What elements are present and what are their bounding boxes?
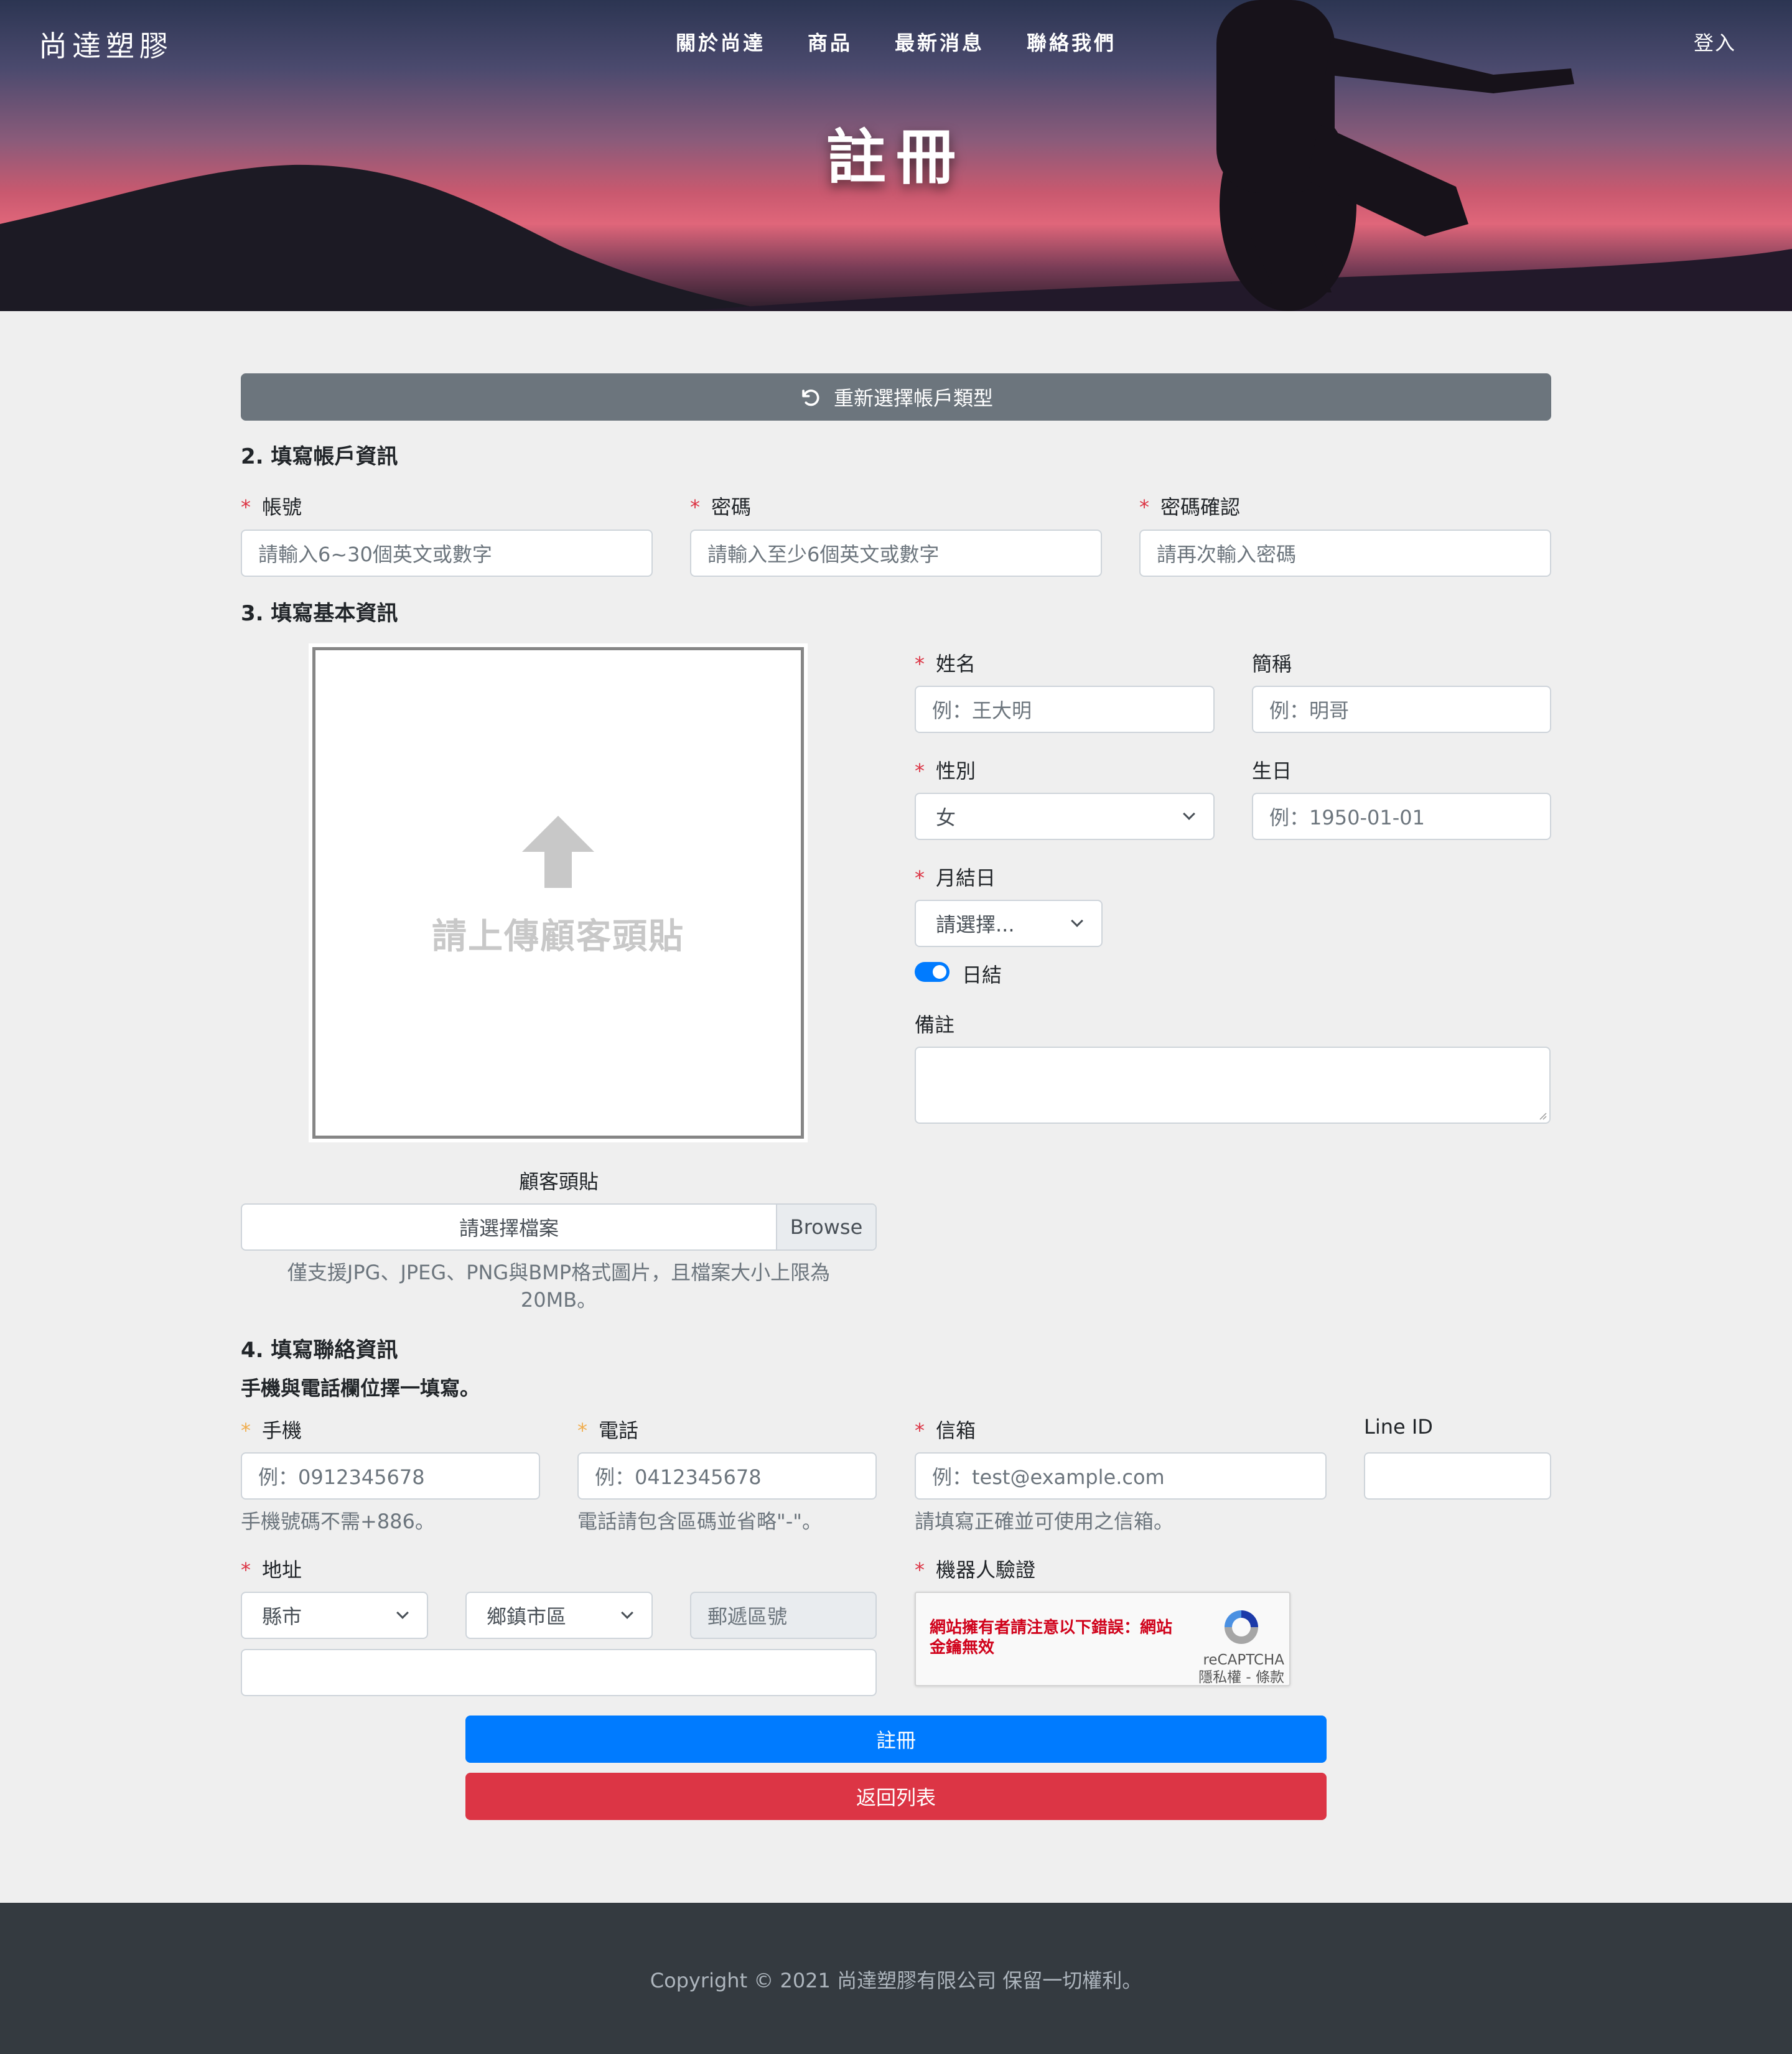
note-textarea[interactable] xyxy=(915,1047,1551,1124)
register-button[interactable]: 註冊 xyxy=(465,1716,1327,1763)
copyright-text: Copyright © 2021 尚達塑膠有限公司 保留一切權利。 xyxy=(650,1969,1142,1992)
phone-label: * 電話 xyxy=(577,1419,639,1442)
required-marker: * xyxy=(1139,495,1149,519)
district-select[interactable]: 鄉鎮市區 xyxy=(465,1592,653,1639)
gender-label: * 性別 xyxy=(915,759,976,783)
district-select-value: 鄉鎮市區 xyxy=(487,1605,567,1628)
name-input[interactable]: 例：王大明 xyxy=(915,686,1215,733)
avatar-label: 顧客頭貼 xyxy=(518,1170,599,1193)
username-input[interactable]: 請輸入6~30個英文或數字 xyxy=(241,530,653,577)
settlement-day-select[interactable]: 請選擇... xyxy=(915,900,1103,947)
upload-arrow-icon xyxy=(522,816,594,888)
login-link[interactable]: 登入 xyxy=(1694,27,1736,56)
file-input-placeholder: 請選擇檔案 xyxy=(459,1216,559,1240)
chevron-down-icon xyxy=(621,1607,633,1619)
city-select-value: 縣市 xyxy=(262,1605,302,1628)
footer: Copyright © 2021 尚達塑膠有限公司 保留一切權利。 xyxy=(0,1903,1792,2054)
undo-icon xyxy=(802,390,819,406)
back-to-list-button[interactable]: 返回列表 xyxy=(465,1773,1327,1820)
required-marker: * xyxy=(241,495,251,519)
nav-link-contact[interactable]: 聯絡我們 xyxy=(1027,27,1116,56)
required-marker: * xyxy=(915,652,925,676)
required-marker: * xyxy=(915,1419,925,1442)
password-confirm-label: * 密碼確認 xyxy=(1139,495,1241,519)
address-detail-input[interactable] xyxy=(241,1649,877,1696)
reset-button-label: 重新選擇帳戶類型 xyxy=(833,386,993,410)
mobile-label: * 手機 xyxy=(241,1419,302,1442)
line-id-label: Line ID xyxy=(1364,1415,1433,1439)
birthday-input[interactable]: 例：1950-01-01 xyxy=(1252,793,1551,840)
city-select[interactable]: 縣市 xyxy=(241,1592,428,1639)
username-label: * 帳號 xyxy=(241,495,302,519)
required-marker: * xyxy=(241,1558,251,1582)
name-label: * 姓名 xyxy=(915,652,976,676)
either-required-marker: * xyxy=(577,1419,587,1442)
recaptcha-error: 網站擁有者請注意以下錯誤：網站金鑰無效 xyxy=(930,1618,1173,1657)
nickname-input[interactable]: 例：明哥 xyxy=(1252,686,1551,733)
birthday-label: 生日 xyxy=(1252,759,1292,783)
required-marker: * xyxy=(915,759,925,783)
settlement-label: * 月結日 xyxy=(915,866,996,890)
mobile-input[interactable]: 例：0912345678 xyxy=(241,1452,540,1500)
gender-select[interactable]: 女 xyxy=(915,793,1215,840)
address-label: * 地址 xyxy=(241,1558,302,1582)
either-required-marker: * xyxy=(241,1419,251,1442)
resize-handle-icon[interactable] xyxy=(1537,1110,1547,1120)
recaptcha-brand-name: reCAPTCHA xyxy=(1203,1652,1284,1668)
file-help-line-2: 20MB。 xyxy=(520,1288,597,1312)
recaptcha-logo-icon xyxy=(1225,1610,1258,1644)
nav-link-products[interactable]: 商品 xyxy=(808,27,852,56)
password-label: * 密碼 xyxy=(690,495,752,519)
nav-link-news[interactable]: 最新消息 xyxy=(895,27,984,56)
email-label: * 信箱 xyxy=(915,1419,976,1442)
settlement-select-value: 請選擇... xyxy=(936,913,1015,936)
section-contact-heading: 4. 填寫聯絡資訊 xyxy=(241,1338,398,1363)
avatar-upload-preview[interactable]: 請上傳顧客頭貼 xyxy=(309,643,808,1142)
line-id-input[interactable] xyxy=(1364,1452,1551,1500)
password-confirm-input[interactable]: 請再次輸入密碼 xyxy=(1139,530,1551,577)
file-help-line-1: 僅支援JPG、JPEG、PNG與BMP格式圖片，且檔案大小上限為 xyxy=(287,1261,831,1284)
recaptcha-branding: reCAPTCHA 隱私權 - 條款 xyxy=(1198,1651,1284,1686)
required-marker: * xyxy=(690,495,700,519)
phone-input[interactable]: 例：0412345678 xyxy=(577,1452,877,1500)
reset-account-type-button[interactable]: 重新選擇帳戶類型 xyxy=(241,373,1551,421)
gender-select-value: 女 xyxy=(936,806,956,829)
daily-settlement-toggle[interactable] xyxy=(915,962,950,982)
email-help: 請填寫正確並可使用之信箱。 xyxy=(915,1510,1174,1533)
email-input[interactable]: 例：test@example.com xyxy=(915,1452,1327,1500)
mobile-help: 手機號碼不需+886。 xyxy=(241,1510,435,1533)
recaptcha-widget[interactable]: 網站擁有者請注意以下錯誤：網站金鑰無效 reCAPTCHA 隱私權 - 條款 xyxy=(915,1592,1290,1686)
phone-help: 電話請包含區碼並省略"-"。 xyxy=(577,1510,822,1533)
chevron-down-icon xyxy=(1183,808,1195,820)
section-basic-heading: 3. 填寫基本資訊 xyxy=(241,601,398,626)
browse-button[interactable]: Browse xyxy=(776,1205,875,1249)
brand-logo[interactable]: 尚達塑膠 xyxy=(39,24,173,65)
nickname-label: 簡稱 xyxy=(1252,652,1292,676)
contact-subnote: 手機與電話欄位擇一填寫。 xyxy=(241,1376,480,1400)
zip-code-input: 郵遞區號 xyxy=(690,1592,877,1639)
required-marker: * xyxy=(915,1558,925,1582)
chevron-down-icon xyxy=(396,1607,409,1619)
page-title: 註冊 xyxy=(826,123,966,192)
required-marker: * xyxy=(915,866,925,890)
nav-link-about[interactable]: 關於尚達 xyxy=(676,27,765,56)
hero-banner: 尚達塑膠 關於尚達 商品 最新消息 聯絡我們 登入 註冊 xyxy=(0,0,1792,311)
password-input[interactable]: 請輸入至少6個英文或數字 xyxy=(690,530,1102,577)
avatar-file-input[interactable]: 請選擇檔案 Browse xyxy=(241,1203,877,1251)
captcha-label: * 機器人驗證 xyxy=(915,1558,1036,1582)
section-account-heading: 2. 填寫帳戶資訊 xyxy=(241,444,398,469)
chevron-down-icon xyxy=(1071,915,1083,927)
recaptcha-links[interactable]: 隱私權 - 條款 xyxy=(1198,1669,1284,1686)
note-label: 備註 xyxy=(915,1013,955,1037)
upload-prompt: 請上傳顧客頭貼 xyxy=(432,917,684,957)
daily-settlement-label: 日結 xyxy=(962,963,1002,987)
